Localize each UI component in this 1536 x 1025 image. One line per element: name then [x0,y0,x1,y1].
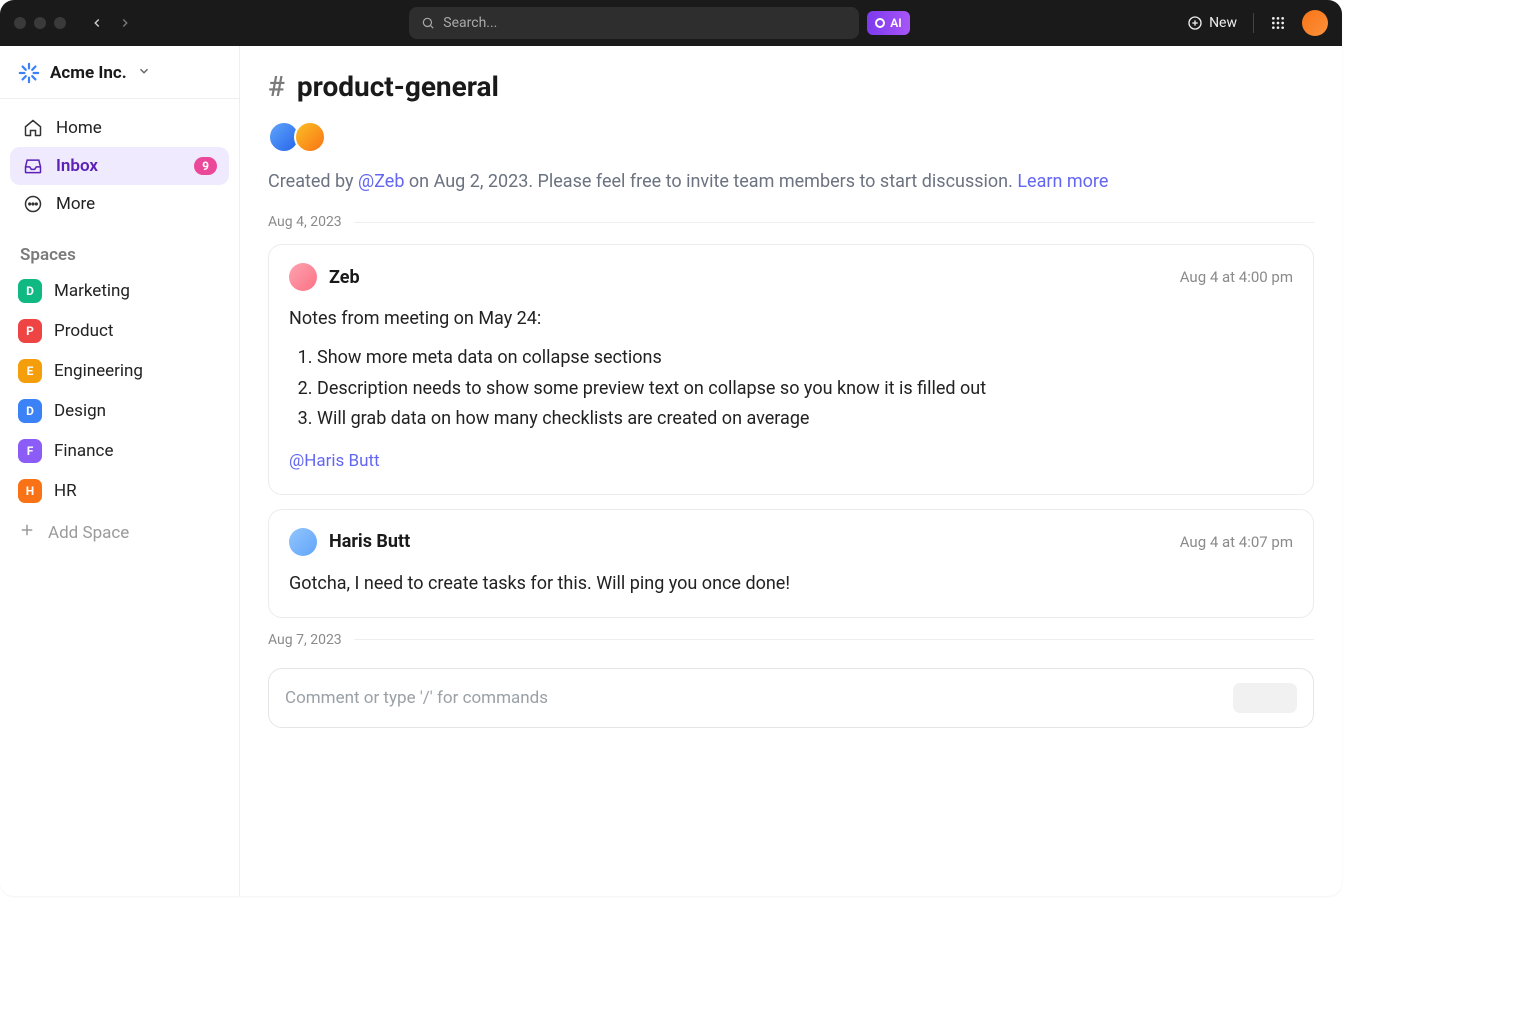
app-window: Search... AI New [0,0,1342,896]
channel-description: Created by @Zeb on Aug 2, 2023. Please f… [268,171,1314,192]
message-timestamp: Aug 4 at 4:07 pm [1180,533,1293,551]
space-icon: E [18,359,42,383]
search-icon [421,16,435,30]
sidebar-space-item[interactable]: D Design [0,391,239,431]
topbar: Search... AI New [0,0,1342,46]
message: Zeb Aug 4 at 4:00 pm Notes from meeting … [268,244,1314,495]
plus-circle-icon [1187,15,1203,31]
list-item: Description needs to show some preview t… [317,375,1293,404]
add-space-button[interactable]: Add Space [0,511,239,554]
plus-icon [18,521,36,544]
composer-placeholder: Comment or type '/' for commands [285,688,548,708]
home-icon [22,118,44,138]
sidebar-space-item[interactable]: F Finance [0,431,239,471]
spaces-heading: Spaces [0,227,239,271]
more-icon [22,194,44,214]
space-icon: F [18,439,42,463]
send-button[interactable] [1233,683,1297,713]
message-timestamp: Aug 4 at 4:00 pm [1180,268,1293,286]
space-icon: H [18,479,42,503]
search-input[interactable]: Search... [409,7,859,39]
apps-grid-icon[interactable] [1270,15,1286,31]
learn-more-link[interactable]: Learn more [1017,171,1108,192]
sidebar-space-item[interactable]: H HR [0,471,239,511]
space-icon: P [18,319,42,343]
avatar [294,121,326,153]
sidebar: Acme Inc. Home Inbox 9 [0,46,240,896]
ai-button[interactable]: AI [867,11,909,35]
space-label: Design [54,401,106,421]
space-label: Finance [54,441,113,461]
nav-more[interactable]: More [10,185,229,223]
user-avatar[interactable] [1302,10,1328,36]
avatar[interactable] [289,528,317,556]
space-label: HR [54,481,77,501]
space-label: Marketing [54,281,130,301]
nav-inbox[interactable]: Inbox 9 [10,147,229,185]
maximize-window-icon[interactable] [54,17,66,29]
workspace-switcher[interactable]: Acme Inc. [0,46,239,99]
user-mention[interactable]: @Zeb [358,171,404,192]
close-window-icon[interactable] [14,17,26,29]
space-label: Engineering [54,361,143,381]
message-author[interactable]: Zeb [329,267,360,288]
avatar[interactable] [289,263,317,291]
list-item: Show more meta data on collapse sections [317,344,1293,373]
sidebar-space-item[interactable]: P Product [0,311,239,351]
new-button[interactable]: New [1187,15,1237,31]
chevron-down-icon [137,63,151,83]
list-item: Will grab data on how many checklists ar… [317,405,1293,434]
ai-icon [875,18,885,28]
nav-home[interactable]: Home [10,109,229,147]
inbox-badge: 9 [194,157,217,175]
date-separator: Aug 4, 2023 [268,214,1314,230]
inbox-icon [22,156,44,176]
user-mention[interactable]: @Haris Butt [289,448,380,475]
message-body: Notes from meeting on May 24: Show more … [289,305,1293,476]
space-label: Product [54,321,113,341]
divider [1253,13,1254,33]
workspace-logo-icon [18,62,40,84]
date-separator: Aug 7, 2023 [268,632,1314,648]
sidebar-space-item[interactable]: E Engineering [0,351,239,391]
message: Haris Butt Aug 4 at 4:07 pm Gotcha, I ne… [268,509,1314,618]
member-avatars[interactable] [268,121,1314,153]
comment-input[interactable]: Comment or type '/' for commands [268,668,1314,728]
space-icon: D [18,399,42,423]
workspace-name: Acme Inc. [50,63,127,83]
message-author[interactable]: Haris Butt [329,531,410,552]
main-content: # product-general Created by @Zeb on Aug… [240,46,1342,896]
window-controls[interactable] [14,17,66,29]
channel-header: # product-general [268,64,1314,111]
back-button[interactable] [90,16,104,30]
hash-icon: # [268,70,285,103]
space-icon: D [18,279,42,303]
message-body: Gotcha, I need to create tasks for this.… [289,570,1293,599]
forward-button[interactable] [118,16,132,30]
sidebar-space-item[interactable]: D Marketing [0,271,239,311]
search-placeholder: Search... [443,15,497,31]
minimize-window-icon[interactable] [34,17,46,29]
channel-name: product-general [297,70,499,103]
